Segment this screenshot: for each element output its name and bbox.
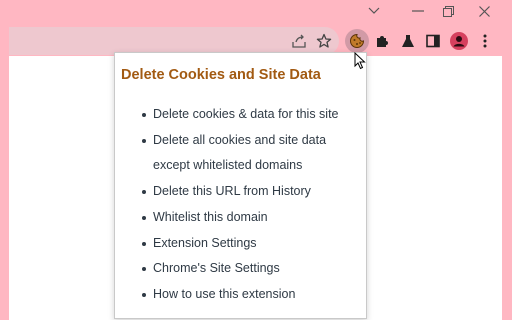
delete-all-cookies-item[interactable]: Delete all cookies and site data except w… bbox=[115, 128, 365, 179]
puzzle-icon[interactable] bbox=[370, 29, 394, 53]
extension-settings-item[interactable]: Extension Settings bbox=[115, 231, 365, 257]
chrome-site-settings-item[interactable]: Chrome's Site Settings bbox=[115, 256, 365, 282]
popup-title: Delete Cookies and Site Data bbox=[121, 67, 321, 83]
sidepanel-icon[interactable] bbox=[421, 29, 445, 53]
mouse-cursor-icon bbox=[354, 51, 366, 74]
restore-icon[interactable] bbox=[430, 0, 466, 22]
share-icon[interactable] bbox=[287, 29, 311, 53]
cookie-extension-icon[interactable] bbox=[345, 29, 369, 53]
title-bar bbox=[0, 0, 512, 22]
flask-icon[interactable] bbox=[396, 29, 420, 53]
chevron-down-icon[interactable] bbox=[356, 0, 392, 22]
close-icon[interactable] bbox=[466, 0, 502, 22]
extension-popup: Delete Cookies and Site Data Delete cook… bbox=[114, 52, 367, 319]
whitelist-domain-item[interactable]: Whitelist this domain bbox=[115, 205, 365, 231]
how-to-use-item[interactable]: How to use this extension bbox=[115, 282, 365, 308]
delete-site-data-item[interactable]: Delete cookies & data for this site bbox=[115, 102, 365, 128]
profile-avatar-icon[interactable] bbox=[447, 29, 471, 53]
popup-menu: Delete cookies & data for this site Dele… bbox=[115, 102, 365, 308]
kebab-menu-icon[interactable] bbox=[473, 29, 497, 53]
star-icon[interactable] bbox=[312, 29, 336, 53]
delete-url-history-item[interactable]: Delete this URL from History bbox=[115, 179, 365, 205]
